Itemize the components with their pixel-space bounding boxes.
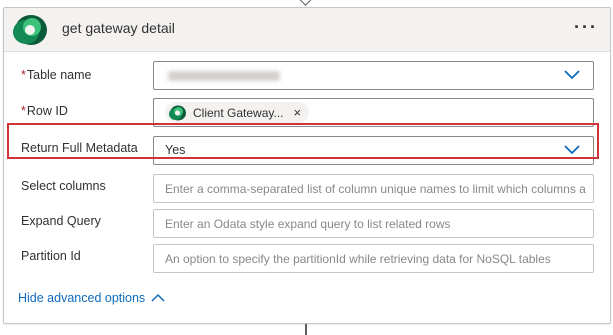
partition-id-input[interactable]: An option to specify the partitionId whi…	[153, 244, 594, 273]
expand-query-row: Expand Query Enter an Odata style expand…	[4, 208, 610, 240]
expand-query-placeholder: Enter an Odata style expand query to lis…	[165, 217, 451, 231]
flow-connector-arrow	[299, 0, 312, 6]
partition-id-row: Partition Id An option to specify the pa…	[4, 243, 610, 275]
action-card: get gateway detail ··· *Table name *Row …	[3, 7, 611, 324]
flow-connector-line	[305, 324, 307, 335]
dynamic-content-token[interactable]: Client Gateway... ×	[165, 102, 310, 123]
select-columns-input[interactable]: Enter a comma-separated list of column u…	[153, 174, 594, 203]
partition-id-placeholder: An option to specify the partitionId whi…	[165, 252, 551, 266]
chevron-down-icon[interactable]	[563, 68, 581, 82]
required-marker: *	[21, 68, 26, 82]
expand-query-input[interactable]: Enter an Odata style expand query to lis…	[153, 209, 594, 238]
remove-token-button[interactable]: ×	[293, 105, 301, 120]
table-name-value-redacted	[168, 71, 280, 81]
hide-advanced-options-button[interactable]: Hide advanced options	[18, 291, 165, 305]
token-label: Client Gateway...	[193, 105, 284, 120]
table-name-dropdown[interactable]	[153, 61, 594, 90]
required-marker: *	[21, 104, 26, 118]
dataverse-logo-icon	[13, 15, 47, 45]
action-title: get gateway detail	[62, 20, 175, 36]
dataverse-token-icon	[169, 105, 186, 120]
table-name-label: *Table name	[21, 68, 92, 82]
chevron-up-icon	[151, 293, 165, 302]
select-columns-row: Select columns Enter a comma-separated l…	[4, 174, 610, 206]
table-name-row: *Table name	[4, 60, 610, 92]
partition-id-label: Partition Id	[21, 249, 81, 263]
highlight-box	[7, 123, 599, 159]
select-columns-label: Select columns	[21, 179, 106, 193]
expand-query-label: Expand Query	[21, 214, 101, 228]
select-columns-placeholder: Enter a comma-separated list of column u…	[165, 182, 586, 196]
hide-advanced-options-label: Hide advanced options	[18, 291, 146, 305]
more-options-button[interactable]: ···	[574, 17, 598, 38]
action-card-header[interactable]: get gateway detail ···	[4, 8, 610, 52]
row-id-label: *Row ID	[21, 104, 68, 118]
